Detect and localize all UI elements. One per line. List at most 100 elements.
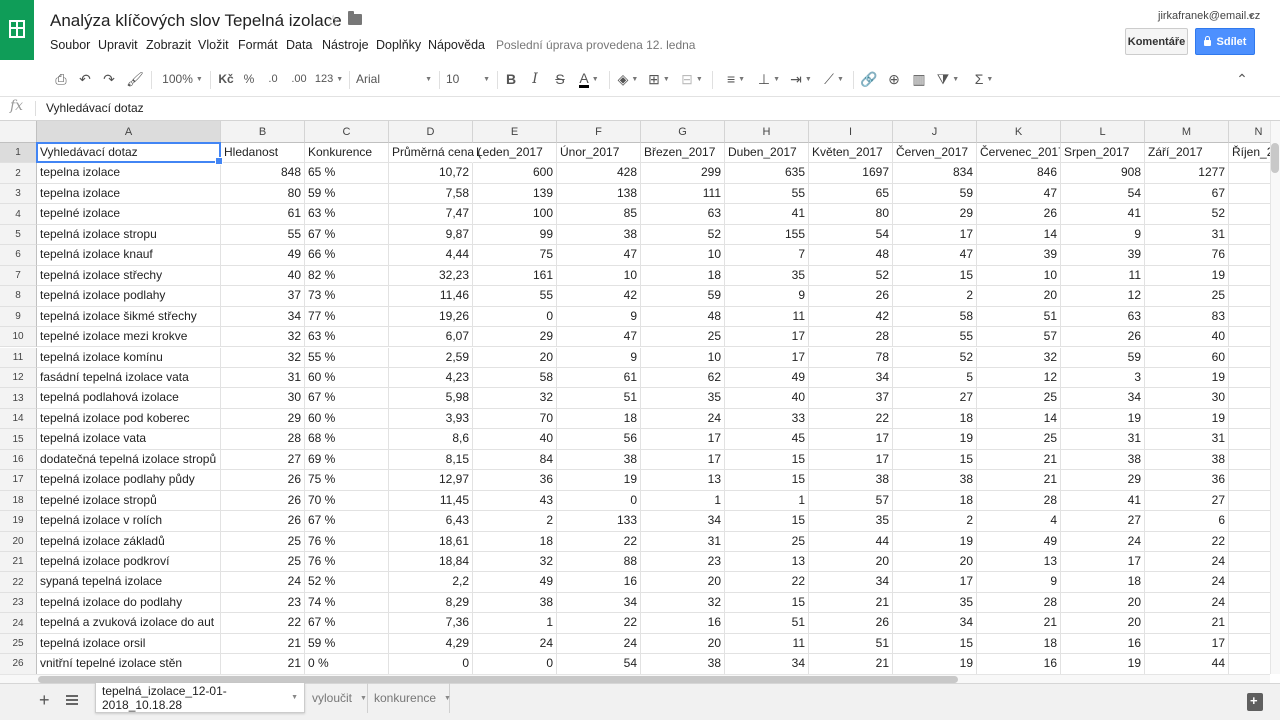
- table-cell[interactable]: 20: [641, 572, 725, 593]
- table-cell[interactable]: 65 %: [305, 163, 389, 184]
- table-cell[interactable]: 59 %: [305, 633, 389, 655]
- table-cell[interactable]: 635: [725, 163, 809, 184]
- table-cell[interactable]: 17: [809, 449, 893, 471]
- table-cell[interactable]: [1229, 245, 1270, 266]
- table-cell[interactable]: 32: [977, 347, 1061, 368]
- table-cell[interactable]: tepelná izolace komínu: [37, 347, 221, 368]
- star-icon[interactable]: ☆: [326, 11, 340, 31]
- table-cell[interactable]: 600: [473, 163, 557, 184]
- table-cell[interactable]: tepelná izolace podlahy půdy: [37, 470, 221, 491]
- table-cell[interactable]: 17: [641, 449, 725, 471]
- table-cell[interactable]: 161: [473, 265, 557, 287]
- table-cell[interactable]: 34: [809, 367, 893, 389]
- table-cell[interactable]: sypaná tepelná izolace: [37, 572, 221, 593]
- table-cell[interactable]: [1229, 532, 1270, 552]
- table-cell[interactable]: 299: [641, 163, 725, 184]
- menu-item[interactable]: Doplňky: [376, 38, 421, 52]
- formula-input[interactable]: Vyhledávací dotaz: [46, 101, 144, 115]
- table-cell[interactable]: 25: [641, 327, 725, 348]
- table-cell[interactable]: 59: [893, 183, 977, 205]
- column-header[interactable]: F: [557, 121, 641, 143]
- insert-link-icon[interactable]: 🔗: [860, 70, 878, 88]
- table-cell[interactable]: 846: [977, 163, 1061, 184]
- table-cell[interactable]: 29: [221, 408, 305, 430]
- print-icon[interactable]: ⎙: [52, 70, 70, 88]
- table-cell[interactable]: 29: [473, 327, 557, 348]
- table-cell[interactable]: 25: [725, 531, 809, 552]
- table-cell[interactable]: 8,15: [389, 449, 473, 471]
- row-header[interactable]: 24: [0, 613, 37, 634]
- table-cell[interactable]: [1229, 388, 1270, 409]
- table-cell[interactable]: 54: [557, 654, 641, 674]
- table-cell[interactable]: 45: [725, 429, 809, 450]
- table-cell[interactable]: 13: [641, 470, 725, 491]
- column-header[interactable]: H: [725, 121, 809, 143]
- table-cell[interactable]: 80: [221, 183, 305, 205]
- table-cell[interactable]: 19: [1145, 367, 1229, 389]
- column-header[interactable]: B: [221, 121, 305, 143]
- table-cell[interactable]: 20: [977, 286, 1061, 307]
- text-wrap-icon[interactable]: ⇥ ▼: [788, 70, 814, 88]
- row-header[interactable]: 13: [0, 388, 37, 409]
- insert-chart-icon[interactable]: ▥: [910, 70, 928, 88]
- menu-item[interactable]: Vložit: [198, 38, 229, 52]
- table-cell[interactable]: 36: [1145, 470, 1229, 491]
- table-cell[interactable]: 22: [725, 572, 809, 593]
- table-cell[interactable]: 84: [473, 449, 557, 471]
- table-cell[interactable]: 24: [1145, 572, 1229, 593]
- table-cell[interactable]: 31: [221, 367, 305, 389]
- column-header[interactable]: N: [1229, 121, 1270, 143]
- table-cell[interactable]: 17: [725, 327, 809, 348]
- table-cell[interactable]: 65: [809, 183, 893, 205]
- table-cell[interactable]: 67 %: [305, 388, 389, 409]
- row-header[interactable]: 4: [0, 204, 37, 225]
- table-cell[interactable]: 32: [221, 347, 305, 368]
- sheets-logo-icon[interactable]: [0, 0, 34, 60]
- row-header[interactable]: 19: [0, 511, 37, 532]
- table-cell[interactable]: 21: [809, 592, 893, 614]
- table-cell[interactable]: 67: [1145, 183, 1229, 205]
- row-header[interactable]: 5: [0, 224, 37, 246]
- table-cell[interactable]: 5,98: [389, 388, 473, 409]
- table-cell[interactable]: 100: [473, 204, 557, 225]
- table-cell[interactable]: 55: [473, 286, 557, 307]
- table-cell[interactable]: 15: [725, 511, 809, 532]
- table-cell[interactable]: [1229, 368, 1270, 389]
- table-cell[interactable]: tepelná podlahová izolace: [37, 388, 221, 409]
- table-cell[interactable]: 2: [893, 511, 977, 532]
- table-cell[interactable]: 155: [725, 224, 809, 246]
- table-cell[interactable]: 35: [893, 592, 977, 614]
- table-cell[interactable]: 24: [221, 572, 305, 593]
- table-cell[interactable]: [1229, 470, 1270, 491]
- table-cell[interactable]: 41: [725, 204, 809, 225]
- table-cell[interactable]: [1229, 450, 1270, 471]
- table-cell[interactable]: [1229, 348, 1270, 368]
- table-cell[interactable]: 28: [977, 592, 1061, 614]
- table-cell[interactable]: 19,26: [389, 306, 473, 328]
- table-cell[interactable]: 17: [893, 224, 977, 246]
- table-cell[interactable]: fasádní tepelná izolace vata: [37, 367, 221, 389]
- borders-icon[interactable]: ⊞ ▼: [647, 70, 671, 88]
- table-cell[interactable]: 13: [725, 552, 809, 573]
- table-cell[interactable]: 111: [641, 183, 725, 205]
- table-cell[interactable]: 22: [1145, 531, 1229, 552]
- table-cell[interactable]: 38: [1061, 449, 1145, 471]
- table-cell[interactable]: 58: [473, 367, 557, 389]
- table-cell[interactable]: 21: [977, 613, 1061, 634]
- column-header[interactable]: K: [977, 121, 1061, 143]
- share-button[interactable]: Sdílet: [1195, 28, 1255, 55]
- table-cell[interactable]: 15: [893, 449, 977, 471]
- header-cell[interactable]: Hledanost: [221, 143, 305, 164]
- table-cell[interactable]: 10: [977, 265, 1061, 287]
- table-cell[interactable]: 2,59: [389, 347, 473, 368]
- table-cell[interactable]: 29: [893, 204, 977, 225]
- table-cell[interactable]: 49: [725, 367, 809, 389]
- table-cell[interactable]: 78: [809, 347, 893, 368]
- row-header[interactable]: 2: [0, 163, 37, 184]
- table-cell[interactable]: 15: [893, 633, 977, 655]
- table-cell[interactable]: 15: [725, 470, 809, 491]
- table-cell[interactable]: tepelná izolace knauf: [37, 245, 221, 266]
- table-cell[interactable]: 7: [725, 245, 809, 266]
- table-cell[interactable]: 10,72: [389, 163, 473, 184]
- table-cell[interactable]: [1229, 225, 1270, 246]
